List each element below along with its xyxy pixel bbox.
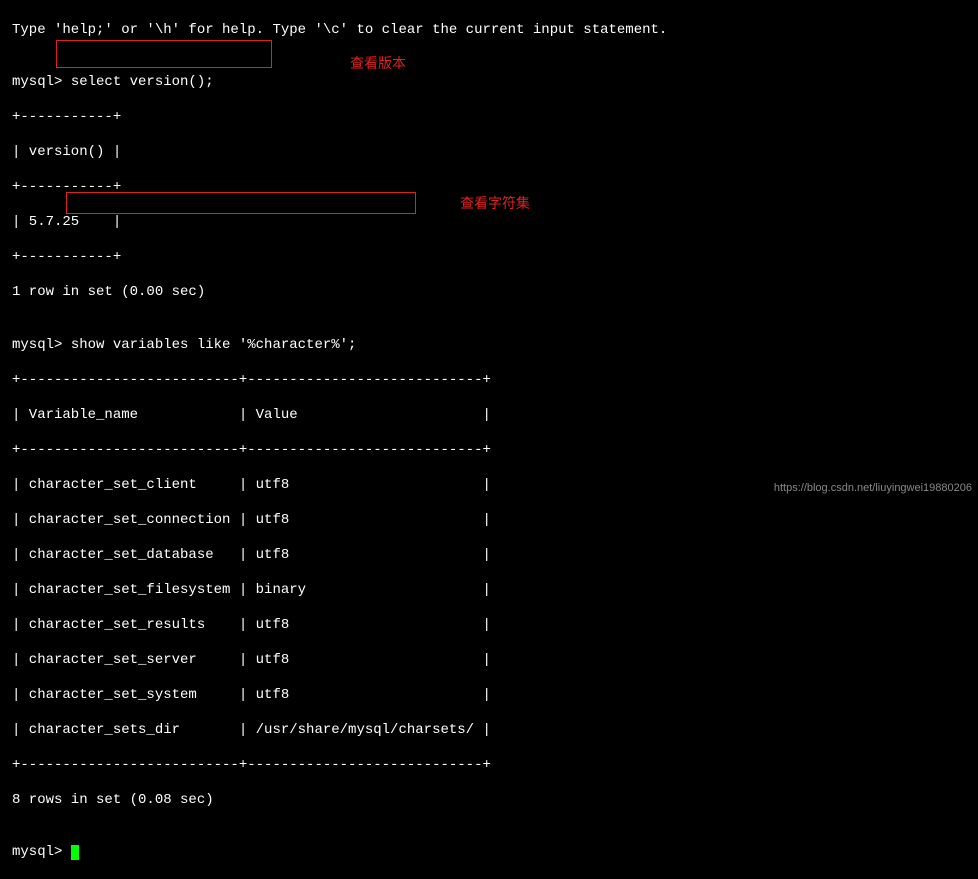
query-1-line: mysql> select version(); — [12, 74, 966, 92]
result1-summary: 1 row in set (0.00 sec) — [12, 284, 966, 302]
result2-summary: 8 rows in set (0.08 sec) — [12, 792, 966, 810]
query-2: show variables like '%character%'; — [71, 337, 357, 353]
table2-row: | character_set_connection | utf8 | — [12, 512, 966, 530]
table2-row: | character_sets_dir | /usr/share/mysql/… — [12, 722, 966, 740]
annotation-box-2 — [66, 192, 416, 214]
table2-head: | Variable_name | Value | — [12, 407, 966, 425]
table1-row: | 5.7.25 | — [12, 214, 966, 232]
terminal-output: Type 'help;' or '\h' for help. Type '\c'… — [12, 4, 966, 879]
table2-sep: +--------------------------+------------… — [12, 442, 966, 460]
mysql-prompt: mysql> — [12, 844, 71, 860]
table1-sep: +-----------+ — [12, 249, 966, 267]
query-2-line: mysql> show variables like '%character%'… — [12, 337, 966, 355]
table2-row: | character_set_filesystem | binary | — [12, 582, 966, 600]
query-1: select version(); — [71, 74, 214, 90]
prompt-line[interactable]: mysql> — [12, 844, 966, 862]
table1-head: | version() | — [12, 144, 966, 162]
table2-row: | character_set_results | utf8 | — [12, 617, 966, 635]
table2-sep: +--------------------------+------------… — [12, 372, 966, 390]
watermark-text: https://blog.csdn.net/liuyingwei19880206 — [774, 482, 972, 496]
annotation-label-2: 查看字符集 — [460, 196, 530, 214]
cursor-icon — [71, 845, 79, 860]
annotation-label-1: 查看版本 — [350, 56, 406, 74]
table2-row: | character_set_system | utf8 | — [12, 687, 966, 705]
mysql-prompt: mysql> — [12, 74, 71, 90]
table1-sep: +-----------+ — [12, 109, 966, 127]
table2-sep: +--------------------------+------------… — [12, 757, 966, 775]
table2-row: | character_set_database | utf8 | — [12, 547, 966, 565]
table2-row: | character_set_server | utf8 | — [12, 652, 966, 670]
help-text: Type 'help;' or '\h' for help. Type '\c'… — [12, 22, 966, 40]
mysql-prompt: mysql> — [12, 337, 71, 353]
annotation-box-1 — [56, 40, 272, 68]
